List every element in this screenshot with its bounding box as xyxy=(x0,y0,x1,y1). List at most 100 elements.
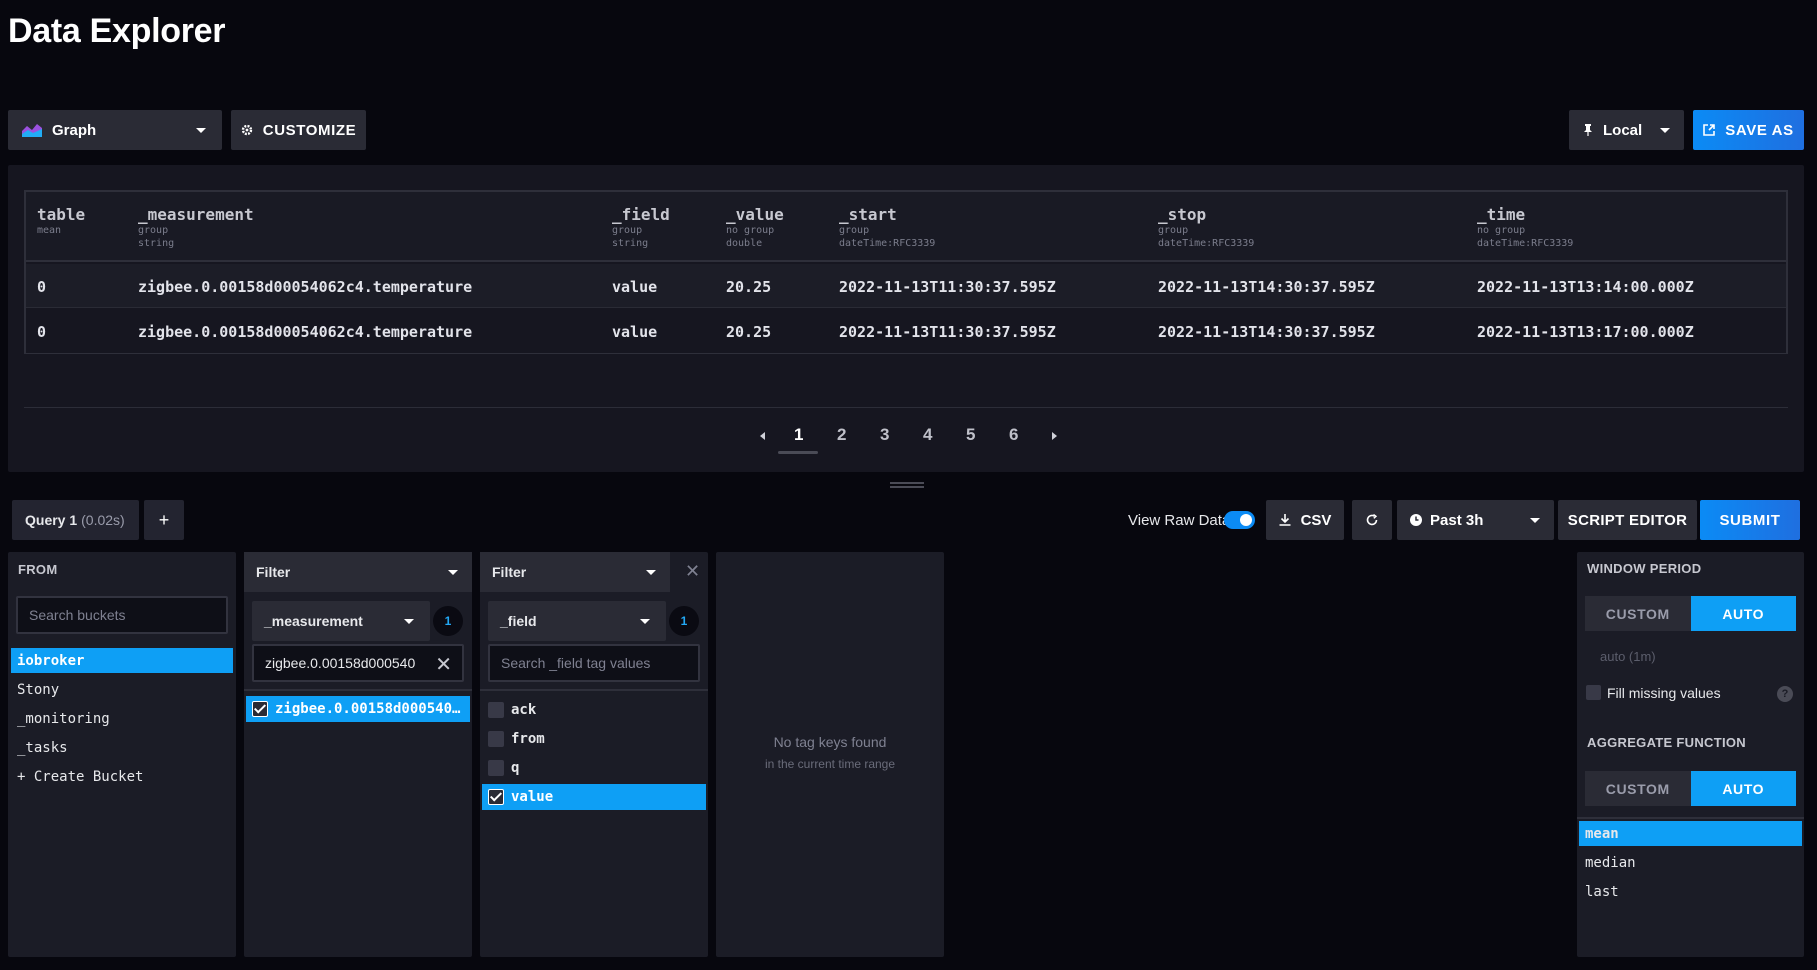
checkbox-icon[interactable] xyxy=(488,731,504,747)
chevron-down-icon xyxy=(196,128,206,133)
current-page-indicator xyxy=(778,451,818,454)
search-buckets-input[interactable]: Search buckets xyxy=(16,596,228,634)
from-title: FROM xyxy=(18,562,58,577)
chevron-down-icon xyxy=(646,570,656,575)
save-as-label: SAVE AS xyxy=(1725,121,1794,139)
tag-value-item[interactable]: q xyxy=(482,755,706,781)
column-header-start: _start group dateTime:RFC3339 xyxy=(839,205,936,249)
divider xyxy=(244,689,472,691)
time-range-dropdown[interactable]: Past 3h xyxy=(1397,500,1554,540)
filter-function-dropdown[interactable]: Filter xyxy=(480,552,670,592)
tag-key-dropdown[interactable]: _field xyxy=(488,601,666,641)
column-header-measurement: _measurement group string xyxy=(138,205,254,249)
page-button-4[interactable]: 4 xyxy=(923,425,932,445)
page-prev-icon[interactable] xyxy=(760,432,765,440)
function-custom-option[interactable]: CUSTOM xyxy=(1585,771,1691,806)
tag-value-item[interactable]: from xyxy=(482,726,706,752)
table-header: table mean _measurement group string _fi… xyxy=(26,192,1786,262)
tag-value-search-input[interactable]: Search _field tag values xyxy=(488,644,700,682)
close-icon[interactable]: ✕ xyxy=(685,561,700,582)
window-auto-option[interactable]: AUTO xyxy=(1690,596,1796,631)
timezone-dropdown[interactable]: Local xyxy=(1569,110,1684,150)
window-period-toggle: CUSTOM AUTO xyxy=(1585,596,1796,631)
table-cell: zigbee.0.00158d00054062c4.temperature xyxy=(138,323,473,341)
function-item-last[interactable]: last xyxy=(1579,879,1802,904)
table-cell: 2022-11-13T14:30:37.595Z xyxy=(1158,278,1375,296)
tag-value-search-input[interactable]: zigbee.0.00158d000540 ✕ xyxy=(252,644,464,682)
page-next-icon[interactable] xyxy=(1052,432,1057,440)
checkbox-icon[interactable] xyxy=(488,702,504,718)
function-item-mean[interactable]: mean xyxy=(1579,821,1802,846)
column-header-field: _field group string xyxy=(612,205,670,249)
column-header-stop: _stop group dateTime:RFC3339 xyxy=(1158,205,1255,249)
add-query-button[interactable]: + xyxy=(144,500,184,540)
aggregate-function-title: AGGREGATE FUNCTION xyxy=(1587,735,1746,750)
column-header-time: _time no group dateTime:RFC3339 xyxy=(1477,205,1574,249)
window-period-input[interactable]: auto (1m) xyxy=(1600,649,1656,664)
bucket-item-iobroker[interactable]: iobroker xyxy=(11,648,233,673)
pagination: 1 2 3 4 5 6 xyxy=(748,421,1068,451)
visualization-type-dropdown[interactable]: Graph xyxy=(8,110,222,150)
tag-key-dropdown[interactable]: _measurement xyxy=(252,601,430,641)
page-button-5[interactable]: 5 xyxy=(966,425,975,445)
table-cell: 2022-11-13T11:30:37.595Z xyxy=(839,278,1056,296)
clock-icon xyxy=(1410,514,1422,526)
query-tab-name: Query 1 xyxy=(25,512,78,528)
customize-button[interactable]: CUSTOMIZE xyxy=(231,110,366,150)
empty-tag-selector: No tag keys found in the current time ra… xyxy=(716,552,944,957)
bucket-item-stony[interactable]: Stony xyxy=(11,677,233,702)
query-tab-time: (0.02s) xyxy=(81,512,125,528)
empty-state-title: No tag keys found xyxy=(773,734,887,750)
panel-resize-handle[interactable] xyxy=(890,482,924,488)
pagination-divider xyxy=(24,407,1788,408)
csv-download-button[interactable]: CSV xyxy=(1266,500,1344,540)
refresh-button[interactable] xyxy=(1352,500,1392,540)
table-cell: value xyxy=(612,323,658,341)
empty-state-subtitle: in the current time range xyxy=(764,757,896,771)
table-row: 0 zigbee.0.00158d00054062c4.temperature … xyxy=(26,264,1786,308)
table-cell: 20.25 xyxy=(726,323,772,341)
gear-icon xyxy=(241,124,252,136)
tag-value-item[interactable]: ack xyxy=(482,697,706,723)
page-button-3[interactable]: 3 xyxy=(880,425,889,445)
save-as-button[interactable]: SAVE AS xyxy=(1693,110,1804,150)
chevron-down-icon xyxy=(1530,518,1540,523)
help-icon[interactable]: ? xyxy=(1777,686,1793,702)
create-bucket-button[interactable]: + Create Bucket xyxy=(11,764,233,789)
page-button-1[interactable]: 1 xyxy=(794,425,803,445)
filter-function-dropdown[interactable]: Filter xyxy=(244,552,472,592)
checkbox-checked-icon[interactable] xyxy=(488,789,504,805)
function-item-median[interactable]: median xyxy=(1579,850,1802,875)
table-cell: 2022-11-13T13:14:00.000Z xyxy=(1477,278,1694,296)
table-cell: 20.25 xyxy=(726,278,772,296)
chevron-down-icon xyxy=(404,619,414,624)
page-button-2[interactable]: 2 xyxy=(837,425,846,445)
filter-card-field: Filter ✕ _field 1 Search _field tag valu… xyxy=(480,552,708,957)
timezone-label: Local xyxy=(1603,121,1643,139)
function-auto-option[interactable]: AUTO xyxy=(1690,771,1796,806)
selected-count-badge: 1 xyxy=(433,606,463,636)
table-cell: zigbee.0.00158d00054062c4.temperature xyxy=(138,278,473,296)
column-header-table: table mean xyxy=(37,205,86,236)
graph-icon xyxy=(22,124,42,137)
window-period-title: WINDOW PERIOD xyxy=(1587,561,1702,576)
view-raw-data-toggle[interactable] xyxy=(1224,511,1255,529)
bucket-item-monitoring[interactable]: _monitoring xyxy=(11,706,233,731)
script-editor-button[interactable]: SCRIPT EDITOR xyxy=(1558,500,1697,540)
bucket-item-tasks[interactable]: _tasks xyxy=(11,735,233,760)
table-cell: 2022-11-13T11:30:37.595Z xyxy=(839,323,1056,341)
window-custom-option[interactable]: CUSTOM xyxy=(1585,596,1691,631)
submit-button[interactable]: SUBMIT xyxy=(1700,500,1800,540)
aggregate-panel: WINDOW PERIOD CUSTOM AUTO auto (1m) Fill… xyxy=(1577,552,1804,957)
tag-value-item[interactable]: zigbee.0.00158d000540… xyxy=(246,696,470,722)
fill-missing-checkbox[interactable] xyxy=(1586,685,1601,700)
filter-card-measurement: Filter _measurement 1 zigbee.0.00158d000… xyxy=(244,552,472,957)
tag-value-item[interactable]: value xyxy=(482,784,706,810)
query-tab[interactable]: Query 1 (0.02s) xyxy=(12,500,139,540)
checkbox-icon[interactable] xyxy=(488,760,504,776)
page-button-6[interactable]: 6 xyxy=(1009,425,1018,445)
checkbox-checked-icon[interactable] xyxy=(252,701,268,717)
chevron-down-icon xyxy=(640,619,650,624)
chevron-down-icon xyxy=(448,570,458,575)
clear-icon[interactable]: ✕ xyxy=(435,652,452,677)
